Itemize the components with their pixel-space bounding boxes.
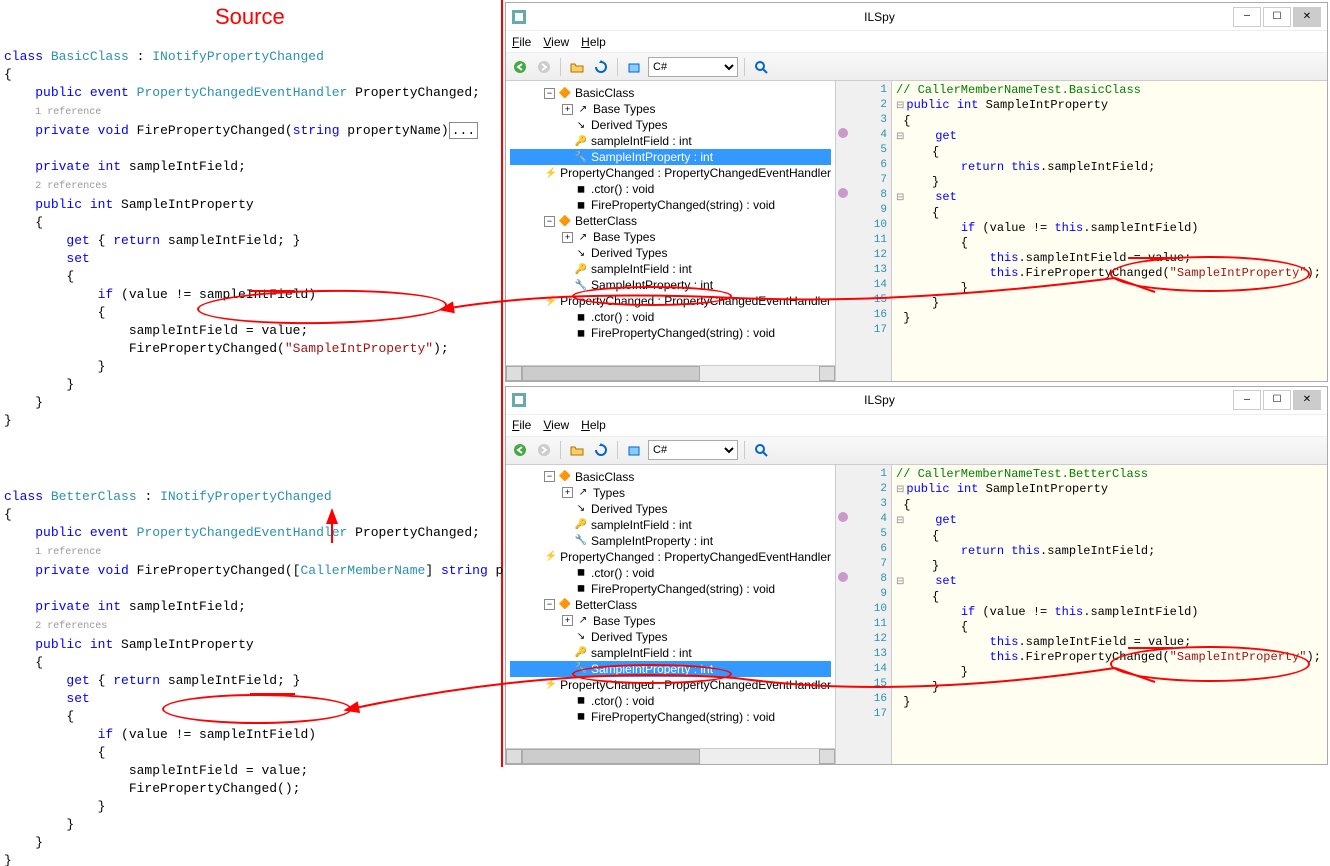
window-title: ILSpy [526,10,1233,24]
tree-bb2-basetypes[interactable]: +↗Base Types [510,613,831,629]
assembly-button[interactable] [624,57,644,77]
tree-panel[interactable]: −🔶BasicClass +↗Base Types ↘Derived Types… [506,81,836,381]
tree-class-better-2[interactable]: −🔶BetterClass [510,597,831,613]
back-button[interactable] [510,57,530,77]
tree-basetypes2[interactable]: +↗Base Types [510,229,831,245]
back-button-2[interactable] [510,440,530,460]
refresh-button-2[interactable] [591,440,611,460]
tree-derived2[interactable]: ↘Derived Types [510,245,831,261]
code-panel-2[interactable]: 1234567891011121314151617 // CallerMembe… [836,465,1327,765]
close-button[interactable]: ✕ [1293,7,1321,27]
property-get-icon [838,128,848,138]
annotation-strike-2 [250,693,295,695]
annotation-strike-3 [1128,257,1173,259]
tree-bb2-prop-selected[interactable]: 🔧SampleIntProperty : int [510,661,831,677]
annotation-strike-4 [1128,647,1173,649]
menu-help[interactable]: Help [581,35,606,49]
property-get-icon-2 [838,512,848,522]
search-button[interactable] [751,57,771,77]
tree-b2-prop[interactable]: 🔧SampleIntProperty : int [510,533,831,549]
search-button-2[interactable] [751,440,771,460]
tree-scrollbar-2[interactable] [506,748,835,764]
tree-class-basic[interactable]: −🔶BasicClass [510,85,831,101]
decompiled-panel: ILSpy — ☐ ✕ File View Help C# [503,0,1330,767]
tree-fire2[interactable]: ◼FirePropertyChanged(string) : void [510,325,831,341]
decompiled-code-2: // CallerMemberNameTest.BetterClass ⊟pub… [892,465,1327,765]
open-button[interactable] [567,57,587,77]
minimize-button[interactable]: — [1233,7,1261,27]
source-panel: class BasicClass : INotifyPropertyChange… [0,0,503,767]
tree-b2-field[interactable]: 🔑sampleIntField : int [510,517,831,533]
tree-bb2-event[interactable]: ⚡PropertyChanged : PropertyChangedEventH… [510,677,831,693]
tree-basetypes[interactable]: +↗Base Types [510,101,831,117]
tree-fire[interactable]: ◼FirePropertyChanged(string) : void [510,197,831,213]
app-icon [512,10,526,24]
app-icon [512,393,526,407]
decompiled-code: // CallerMemberNameTest.BasicClass ⊟publ… [892,81,1327,381]
menu-help-2[interactable]: Help [581,418,606,432]
tree-scrollbar[interactable] [506,365,835,381]
tree-prop2[interactable]: 🔧SampleIntProperty : int [510,277,831,293]
tree-b2-fire[interactable]: ◼FirePropertyChanged(string) : void [510,581,831,597]
property-set-icon [838,188,848,198]
minimize-button-2[interactable]: — [1233,390,1261,410]
tree-b2-types[interactable]: +↗Types [510,485,831,501]
language-select-2[interactable]: C# [648,440,738,460]
tree-b2-derived[interactable]: ↘Derived Types [510,501,831,517]
ilspy-window-top: ILSpy — ☐ ✕ File View Help C# [505,2,1328,382]
assembly-button-2[interactable] [624,440,644,460]
tree-bb2-field[interactable]: 🔑sampleIntField : int [510,645,831,661]
window-title-2: ILSpy [526,393,1233,407]
refresh-button[interactable] [591,57,611,77]
forward-button-2[interactable] [534,440,554,460]
property-set-icon-2 [838,572,848,582]
open-button-2[interactable] [567,440,587,460]
toolbar-2: C# [506,437,1327,465]
code-panel[interactable]: 1234567891011121314151617 // CallerMembe… [836,81,1327,381]
menu-bar-2: File View Help [506,415,1327,437]
maximize-button-2[interactable]: ☐ [1263,390,1291,410]
maximize-button[interactable]: ☐ [1263,7,1291,27]
close-button-2[interactable]: ✕ [1293,390,1321,410]
menu-view[interactable]: View [543,35,569,49]
tree-event[interactable]: ⚡PropertyChanged : PropertyChangedEventH… [510,165,831,181]
menu-view-2[interactable]: View [543,418,569,432]
tree-derived[interactable]: ↘Derived Types [510,117,831,133]
language-select[interactable]: C# [648,57,738,77]
tree-bb2-derived[interactable]: ↘Derived Types [510,629,831,645]
tree-ctor[interactable]: ◼.ctor() : void [510,181,831,197]
line-gutter-2: 1234567891011121314151617 [854,465,892,765]
tree-prop-selected[interactable]: 🔧SampleIntProperty : int [510,149,831,165]
tree-class-basic-2[interactable]: −🔶BasicClass [510,469,831,485]
tree-field2[interactable]: 🔑sampleIntField : int [510,261,831,277]
tree-b2-event[interactable]: ⚡PropertyChanged : PropertyChangedEventH… [510,549,831,565]
tree-ctor2[interactable]: ◼.ctor() : void [510,309,831,325]
tree-event2[interactable]: ⚡PropertyChanged : PropertyChangedEventH… [510,293,831,309]
menu-bar: File View Help [506,31,1327,53]
line-gutter: 1234567891011121314151617 [854,81,892,381]
title-bar[interactable]: ILSpy — ☐ ✕ [506,3,1327,31]
title-bar-2[interactable]: ILSpy — ☐ ✕ [506,387,1327,415]
tree-bb2-ctor[interactable]: ◼.ctor() : void [510,693,831,709]
forward-button[interactable] [534,57,554,77]
annotation-strike-1 [250,290,295,292]
tree-class-better[interactable]: −🔶BetterClass [510,213,831,229]
source-code-better: class BetterClass : INotifyPropertyChang… [4,470,497,866]
source-code-basic: class BasicClass : INotifyPropertyChange… [4,30,497,430]
tree-bb2-fire[interactable]: ◼FirePropertyChanged(string) : void [510,709,831,725]
menu-file-2[interactable]: File [512,418,531,432]
ilspy-window-bottom: ILSpy — ☐ ✕ File View Help C# [505,386,1328,766]
tree-field[interactable]: 🔑sampleIntField : int [510,133,831,149]
tree-b2-ctor[interactable]: ◼.ctor() : void [510,565,831,581]
toolbar: C# [506,53,1327,81]
menu-file[interactable]: File [512,35,531,49]
tree-panel-2[interactable]: −🔶BasicClass +↗Types ↘Derived Types 🔑sam… [506,465,836,765]
